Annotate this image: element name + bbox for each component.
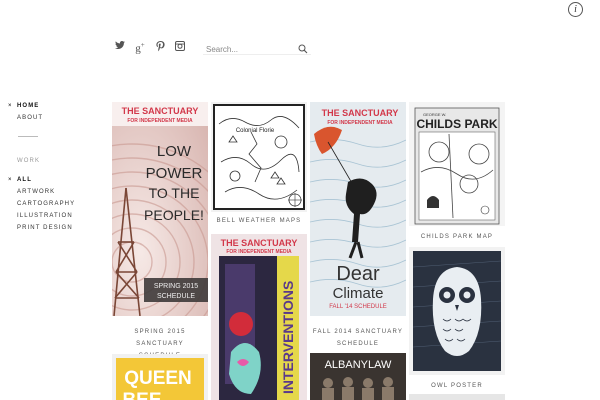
poster-line: Dear [336, 263, 380, 285]
info-button[interactable]: i [568, 2, 583, 17]
portfolio-item-partial[interactable] [409, 394, 505, 400]
poster-header: THE SANCTUARY [221, 238, 298, 248]
portfolio-item-childs-park-map[interactable]: GEORGE W. CHILDS PARK [409, 102, 505, 226]
poster-line: BEE [122, 390, 161, 400]
nav-divider [18, 136, 38, 137]
instagram-icon[interactable] [170, 41, 190, 54]
poster-title: ALBANYLAW [325, 359, 392, 371]
portfolio-caption[interactable]: OWL POSTER [409, 380, 505, 392]
map-title: CHILDS PARK [416, 117, 497, 131]
poster-subheader: FOR INDEPENDENT MEDIA [127, 118, 193, 124]
poster-subheader: FOR INDEPENDENT MEDIA [226, 249, 292, 255]
twitter-icon[interactable] [110, 41, 130, 53]
poster-line: TO THE [149, 185, 200, 201]
poster-header: THE SANCTUARY [122, 106, 199, 116]
portfolio-item-owl-poster[interactable] [409, 247, 505, 375]
portfolio-item-fall-2014[interactable]: THE SANCTUARY FOR INDEPENDENT MEDIA Dear… [310, 102, 406, 316]
poster-line: Climate [333, 285, 384, 302]
poster-header: THE SANCTUARY [322, 108, 399, 118]
search-icon[interactable] [298, 41, 308, 59]
portfolio-caption[interactable]: FALL 2014 SANCTUARY SCHEDULE [310, 326, 406, 350]
pinterest-icon[interactable] [150, 41, 170, 55]
portfolio-item-interventions[interactable]: THE SANCTUARY FOR INDEPENDENT MEDIA INTE… [211, 234, 307, 400]
portfolio-item-spring-2015[interactable]: THE SANCTUARY FOR INDEPENDENT MEDIA LOW … [112, 102, 208, 316]
poster-subheader: FOR INDEPENDENT MEDIA [327, 120, 393, 126]
search-input[interactable] [203, 42, 289, 57]
poster-vertical-title: INTERVENTIONS [280, 281, 296, 394]
portfolio-item-queen-bee[interactable]: QUEEN BEE [112, 354, 208, 400]
poster-schedule: FALL '14 SCHEDULE [329, 304, 387, 310]
search-box [203, 39, 311, 57]
poster-schedule: SCHEDULE [157, 293, 195, 300]
poster-line: QUEEN [124, 368, 192, 389]
active-marker-icon: × [8, 177, 13, 183]
google-plus-icon[interactable]: g+ [130, 41, 150, 55]
poster-line: LOW [157, 143, 192, 160]
map-title: Colonial Florie [236, 128, 275, 134]
portfolio-caption[interactable]: BELL WEATHER MAPS [211, 215, 307, 227]
portfolio-item-bell-weather-maps[interactable]: Colonial Florie [211, 102, 307, 212]
poster-schedule: SPRING 2015 [154, 283, 198, 290]
portfolio-caption[interactable]: CHILDS PARK MAP [409, 231, 505, 243]
active-marker-icon: × [8, 103, 13, 109]
portfolio-item-albany-law[interactable]: ALBANYLAW [310, 353, 406, 400]
poster-line: PEOPLE! [144, 207, 204, 223]
poster-line: POWER [146, 165, 203, 182]
